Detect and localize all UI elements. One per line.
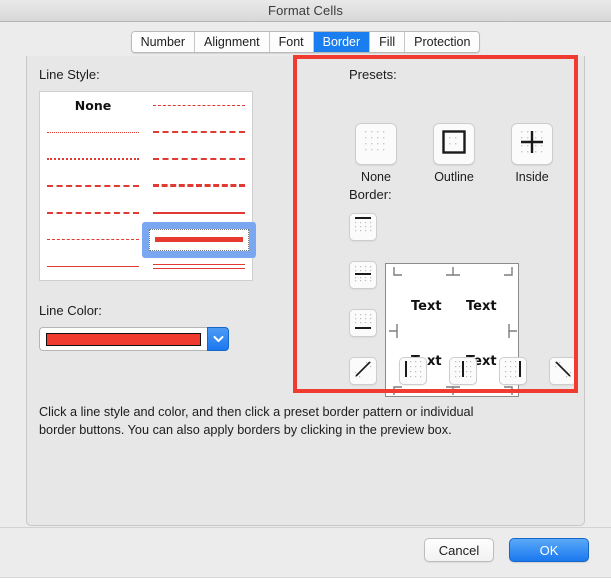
line-style-option-solid-thin[interactable] xyxy=(40,253,146,280)
tab-alignment[interactable]: Alignment xyxy=(195,32,270,52)
tab-border[interactable]: Border xyxy=(313,32,371,52)
line-style-picker[interactable]: None xyxy=(39,91,253,281)
line-color-swatch-container[interactable] xyxy=(39,327,207,351)
help-text: Click a line style and color, and then c… xyxy=(39,405,474,437)
tab-fill[interactable]: Fill xyxy=(370,32,406,52)
line-style-option-dash-dot-long[interactable] xyxy=(40,199,146,226)
preset-inside[interactable]: Inside xyxy=(505,123,559,184)
border-left-button[interactable] xyxy=(399,357,427,385)
window-title: Format Cells xyxy=(268,3,343,18)
presets-group: None Outline Inside xyxy=(349,123,559,184)
border-tab-panel: Line Style: None Line Color: Presets: No… xyxy=(26,50,585,526)
line-style-option-none[interactable]: None xyxy=(40,92,146,119)
line-style-option-dash-dot-dot[interactable] xyxy=(146,92,252,119)
border-right-icon xyxy=(503,359,523,384)
preset-none-label: None xyxy=(361,170,391,184)
line-style-option-dash-dot[interactable] xyxy=(146,146,252,173)
presets-label: Presets: xyxy=(349,67,397,82)
border-inside-horizontal-button[interactable] xyxy=(349,261,377,289)
line-style-option-dashed-bold[interactable] xyxy=(146,173,252,200)
preview-cell-text-top-right: Text xyxy=(466,299,497,314)
chevron-down-icon xyxy=(213,335,224,343)
preset-none[interactable]: None xyxy=(349,123,403,184)
line-color-dropdown-button[interactable] xyxy=(207,327,229,351)
line-style-option-solid-thick[interactable] xyxy=(146,226,252,253)
footer-bottom-strip xyxy=(0,577,611,587)
border-left-icon xyxy=(403,359,423,384)
line-color-picker[interactable] xyxy=(39,327,229,351)
border-bottom-icon xyxy=(353,311,373,336)
preset-outline-label: Outline xyxy=(434,170,474,184)
border-top-button[interactable] xyxy=(349,213,377,241)
preset-outline-icon xyxy=(441,129,467,160)
window-titlebar: Format Cells xyxy=(0,0,611,22)
line-style-option-dotted-fine[interactable] xyxy=(40,119,146,146)
tab-protection[interactable]: Protection xyxy=(405,32,480,52)
border-right-button[interactable] xyxy=(499,357,527,385)
preset-outline-button[interactable] xyxy=(433,123,475,165)
ok-button[interactable]: OK xyxy=(509,538,589,562)
preset-outline[interactable]: Outline xyxy=(427,123,481,184)
tab-bar: Number Alignment Font Border Fill Protec… xyxy=(0,22,611,56)
line-style-option-double[interactable] xyxy=(146,253,252,280)
format-cells-dialog: Format Cells Number Alignment Font Borde… xyxy=(0,0,611,587)
line-style-option-dashed-fine[interactable] xyxy=(40,226,146,253)
tab-group: Number Alignment Font Border Fill Protec… xyxy=(130,31,481,53)
line-style-option-dotted-medium[interactable] xyxy=(40,146,146,173)
line-style-none-label: None xyxy=(74,97,112,113)
border-top-icon xyxy=(353,215,373,240)
line-color-swatch[interactable] xyxy=(46,332,201,346)
cancel-button[interactable]: Cancel xyxy=(424,538,494,562)
border-diagonal-up-button[interactable] xyxy=(349,357,377,385)
diagonal-down-icon xyxy=(553,359,573,384)
border-inside-horizontal-icon xyxy=(353,263,373,288)
preset-inside-button[interactable] xyxy=(511,123,553,165)
preset-none-button[interactable] xyxy=(355,123,397,165)
border-inside-vertical-button[interactable] xyxy=(449,357,477,385)
preview-cell-text-top-left: Text xyxy=(411,299,442,314)
preset-none-icon xyxy=(363,129,389,160)
tab-font[interactable]: Font xyxy=(269,32,314,52)
border-inside-vertical-icon xyxy=(453,359,473,384)
line-style-option-dashed-medium[interactable] xyxy=(146,119,252,146)
border-bottom-button[interactable] xyxy=(349,309,377,337)
tab-number[interactable]: Number xyxy=(131,32,196,52)
line-style-option-dash-dot-medium[interactable] xyxy=(40,173,146,200)
line-color-label: Line Color: xyxy=(39,303,102,318)
preset-inside-label: Inside xyxy=(515,170,549,184)
preset-inside-icon xyxy=(519,129,545,160)
dialog-footer: Cancel OK xyxy=(0,527,611,587)
border-diagonal-down-button[interactable] xyxy=(549,357,577,385)
line-style-label: Line Style: xyxy=(39,67,100,82)
border-label: Border: xyxy=(349,187,392,202)
diagonal-up-icon xyxy=(353,359,373,384)
